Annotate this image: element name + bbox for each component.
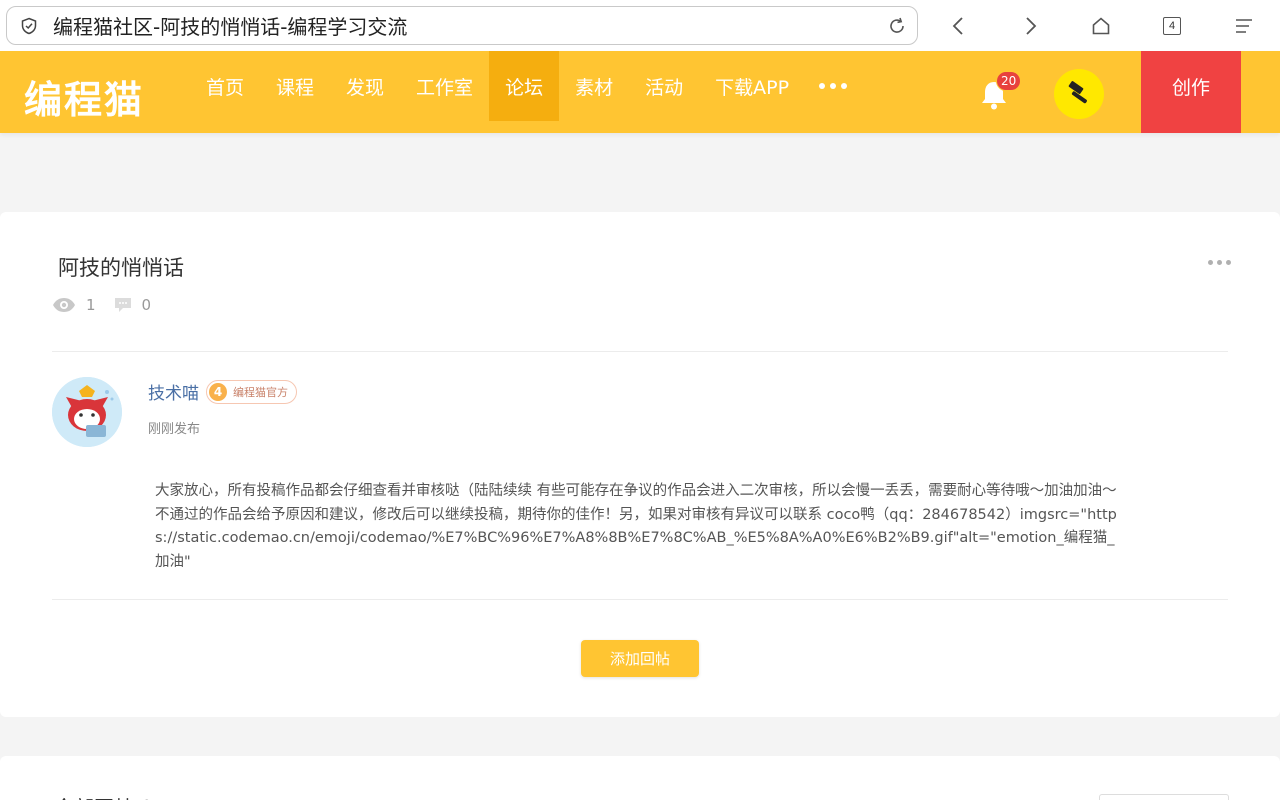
more-menu-icon[interactable] bbox=[805, 51, 861, 121]
divider bbox=[52, 599, 1228, 600]
home-icon[interactable] bbox=[1083, 8, 1119, 44]
comment-icon bbox=[114, 296, 132, 314]
nav-item-events[interactable]: 活动 bbox=[629, 51, 699, 121]
site-logo[interactable]: 编程猫 bbox=[24, 69, 144, 124]
create-button[interactable]: 创作 bbox=[1141, 51, 1241, 133]
divider bbox=[52, 351, 1228, 352]
view-count: 1 bbox=[86, 296, 96, 314]
page-title-text: 编程猫社区-阿技的悄悄话-编程学习交流 bbox=[53, 15, 408, 39]
tabs-icon[interactable]: 4 bbox=[1154, 8, 1190, 44]
post-time: 刚刚发布 bbox=[148, 422, 201, 437]
author-badge: 4 编程猫官方 bbox=[206, 380, 297, 404]
nav-item-courses[interactable]: 课程 bbox=[260, 51, 330, 121]
back-icon[interactable] bbox=[941, 8, 977, 44]
nav-item-download-app[interactable]: 下载APP bbox=[699, 51, 805, 121]
post-stats: 1 0 bbox=[52, 296, 169, 314]
sort-select[interactable] bbox=[1099, 794, 1229, 800]
replies-title: 全部回帖 0 bbox=[54, 792, 153, 800]
nav-item-home[interactable]: 首页 bbox=[190, 51, 260, 121]
hammer-icon bbox=[1068, 81, 1087, 104]
reload-icon[interactable] bbox=[877, 8, 917, 44]
official-label: 编程猫官方 bbox=[233, 386, 288, 399]
nav-item-studio[interactable]: 工作室 bbox=[400, 51, 489, 121]
author-name[interactable]: 技术喵 bbox=[148, 379, 199, 404]
eye-icon bbox=[52, 297, 76, 313]
comment-count: 0 bbox=[141, 296, 152, 314]
shield-icon[interactable] bbox=[11, 8, 47, 44]
nav-item-forum[interactable]: 论坛 bbox=[489, 51, 560, 121]
replies-card: 全部回帖 0 bbox=[0, 756, 1280, 800]
address-bar[interactable]: 编程猫社区-阿技的悄悄话-编程学习交流 bbox=[6, 6, 918, 45]
main-nav: 首页 课程 发现 工作室 论坛 素材 活动 下载APP bbox=[190, 51, 861, 121]
post-card: 阿技的悄悄话 1 0 技术喵 4 编程猫官方 刚刚发布 大家放心，所有投稿作品都… bbox=[0, 212, 1280, 717]
site-header: 编程猫 首页 课程 发现 工作室 论坛 素材 活动 下载APP 20 创作 bbox=[0, 51, 1280, 133]
user-avatar[interactable] bbox=[1054, 69, 1104, 119]
browser-toolbar: 编程猫社区-阿技的悄悄话-编程学习交流 4 bbox=[0, 0, 1280, 51]
forward-icon[interactable] bbox=[1012, 8, 1048, 44]
post-more-icon[interactable] bbox=[1208, 260, 1231, 265]
post-body: 大家放心，所有投稿作品都会仔细查看并审核哒（陆陆续续 有些可能存在争议的作品会进… bbox=[155, 483, 1117, 570]
menu-icon[interactable] bbox=[1226, 8, 1262, 44]
notification-badge: 20 bbox=[996, 71, 1022, 91]
author-avatar[interactable] bbox=[52, 377, 122, 447]
add-reply-button[interactable]: 添加回帖 bbox=[581, 640, 699, 677]
level-number: 4 bbox=[209, 383, 227, 401]
post-title: 阿技的悄悄话 bbox=[58, 256, 184, 280]
nav-item-discover[interactable]: 发现 bbox=[330, 51, 400, 121]
nav-item-materials[interactable]: 素材 bbox=[559, 51, 629, 121]
